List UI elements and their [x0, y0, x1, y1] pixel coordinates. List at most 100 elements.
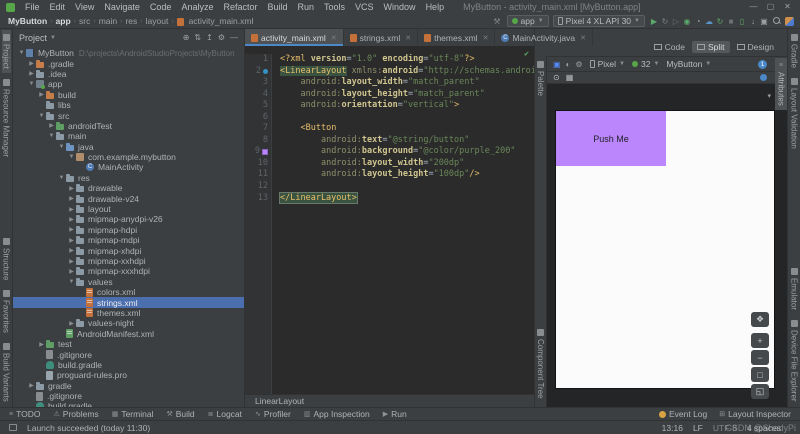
preview-button[interactable]: Push Me [556, 111, 666, 166]
zoom-to-fit-icon[interactable]: □ [751, 367, 769, 382]
tree-item-layout[interactable]: ▶ layout [13, 204, 244, 214]
issues-dot-icon[interactable] [760, 74, 767, 81]
tab-favorites[interactable]: Favorites [2, 286, 11, 337]
expand-arrow-icon[interactable]: ▶ [67, 185, 76, 192]
tree-item-mipmap-mdpi[interactable]: ▶ mipmap-mdpi [13, 235, 244, 245]
tree-item-mipmap-xxxhdpi[interactable]: ▶ mipmap-xxxhdpi [13, 266, 244, 276]
maximize-button[interactable]: ▢ [762, 0, 779, 14]
zoom-in-icon[interactable]: + [751, 333, 769, 348]
tree-item-app[interactable]: ▼ app [13, 79, 244, 90]
expand-arrow-icon[interactable]: ▶ [67, 247, 76, 254]
tree-item-main[interactable]: ▼ main [13, 131, 244, 141]
mode-code[interactable]: Code [649, 41, 690, 53]
menu-build[interactable]: Build [262, 2, 292, 12]
view-options-icon[interactable]: ⊙ [553, 73, 560, 82]
search-icon[interactable] [773, 17, 781, 25]
expand-arrow-icon[interactable]: ▶ [67, 216, 76, 223]
menu-view[interactable]: View [70, 2, 99, 12]
collapse-arrow-icon[interactable]: ▼ [67, 154, 76, 160]
tab-structure[interactable]: Structure [2, 234, 11, 284]
toolwindow-profiler[interactable]: ∿ Profiler [255, 409, 291, 419]
design-canvas[interactable]: ▾ Push Me ❖ + − □ ◱ [547, 84, 787, 407]
debug-icon[interactable]: ◉ [682, 15, 692, 28]
toolwindow-terminal[interactable]: ▦ Terminal [112, 409, 154, 419]
breadcrumb-src[interactable]: src [77, 16, 92, 26]
menu-analyze[interactable]: Analyze [176, 2, 218, 12]
expand-arrow-icon[interactable]: ▶ [67, 268, 76, 275]
collapse-arrow-icon[interactable]: ▼ [67, 279, 76, 285]
scroll-from-source-icon[interactable]: ↥ [206, 33, 213, 42]
tree-item-androidmanifest-xml[interactable]: AndroidManifest.xml [13, 329, 244, 339]
build-hammer-icon[interactable]: ⚒ [493, 17, 500, 26]
menu-refactor[interactable]: Refactor [218, 2, 262, 12]
tree-item-mipmap-hdpi[interactable]: ▶ mipmap-hdpi [13, 225, 244, 235]
minimize-button[interactable]: — [745, 0, 762, 14]
menu-navigate[interactable]: Navigate [99, 2, 145, 12]
breadcrumb-file[interactable]: activity_main.xml [187, 16, 256, 26]
close-tab-icon[interactable]: ✕ [331, 34, 337, 42]
close-tab-icon[interactable]: ✕ [405, 34, 411, 42]
tree-item-drawable-v24[interactable]: ▶ drawable-v24 [13, 193, 244, 204]
editor-breadcrumb[interactable]: LinearLayout [255, 396, 304, 406]
tree-item-res[interactable]: ▼ res [13, 173, 244, 183]
expand-arrow-icon[interactable]: ▶ [67, 258, 76, 265]
tree-item-idea[interactable]: ▶ .idea [13, 69, 244, 79]
toolwindow-todo[interactable]: ≡ TODO [9, 409, 41, 419]
sync-project-icon[interactable]: ↻ [715, 15, 725, 28]
tree-item-values-night[interactable]: ▶ values-night [13, 318, 244, 328]
tab-device-file-explorer[interactable]: Device File Explorer [790, 316, 799, 406]
menu-file[interactable]: File [20, 2, 45, 12]
tab-strings-xml[interactable]: strings.xml ✕ [344, 29, 419, 46]
collapse-arrow-icon[interactable]: ▼ [17, 50, 26, 56]
collapse-arrow-icon[interactable]: ▼ [57, 175, 66, 181]
device-manager-icon[interactable]: ▯ [737, 15, 747, 28]
theme-picker[interactable]: MyButton ▼ [666, 59, 711, 69]
tree-item-values[interactable]: ▼ values [13, 277, 244, 287]
expand-arrow-icon[interactable]: ▶ [27, 60, 36, 67]
toolwindow-run[interactable]: ▶ Run [383, 409, 407, 419]
expand-arrow-icon[interactable]: ▶ [67, 226, 76, 233]
profile-avatar[interactable] [785, 16, 794, 26]
expand-arrow-icon[interactable]: ▶ [67, 320, 76, 327]
expand-arrow-icon[interactable]: ▶ [27, 382, 36, 389]
mode-design[interactable]: Design [732, 41, 779, 53]
expand-arrow-icon[interactable]: ▶ [27, 70, 36, 77]
avd-manager-icon[interactable]: ▣ [759, 15, 769, 28]
tree-item-java[interactable]: ▼ java [13, 142, 244, 152]
expand-arrow-icon[interactable]: ▶ [37, 341, 46, 348]
close-button[interactable]: ✕ [779, 0, 796, 14]
attributes-tab[interactable]: ≡ Attributes [775, 58, 787, 110]
api-picker[interactable]: 32 ▼ [631, 59, 659, 69]
collapse-arrow-icon[interactable]: ▼ [57, 144, 66, 150]
grid-mode-icon[interactable]: ▦ [566, 73, 574, 82]
breadcrumb-mybutton[interactable]: MyButton [6, 16, 49, 26]
menu-run[interactable]: Run [293, 2, 320, 12]
stop-icon[interactable]: ■ [726, 15, 736, 28]
tree-item-mybutton[interactable]: ▼ MyButton D:\projects\AndroidStudioProjec… [13, 48, 244, 58]
tab-palette[interactable]: Palette [536, 57, 545, 100]
breadcrumb-main[interactable]: main [97, 16, 119, 26]
tree-item-mipmap-anydpi-v26[interactable]: ▶ mipmap-anydpi-v26 [13, 214, 244, 224]
tab-emulator[interactable]: Emulator [790, 264, 799, 314]
menu-window[interactable]: Window [379, 2, 421, 12]
tree-item-mipmap-xhdpi[interactable]: ▶ mipmap-xhdpi [13, 245, 244, 256]
tab-gradle[interactable]: Gradle [790, 30, 799, 72]
tab-themes-xml[interactable]: themes.xml ✕ [418, 29, 496, 46]
run-config-select[interactable]: app ▼ [506, 15, 549, 27]
expand-arrow-icon[interactable]: ▶ [47, 122, 56, 129]
expand-arrow-icon[interactable]: ▶ [37, 91, 46, 98]
expand-arrow-icon[interactable]: ▶ [67, 195, 76, 202]
tab-layout-validation[interactable]: Layout Validation [790, 74, 799, 153]
breadcrumb-layout[interactable]: layout [144, 16, 171, 26]
toolwindow-problems[interactable]: ⚠ Problems [54, 409, 99, 419]
expand-all-icon[interactable]: ⇅ [194, 33, 201, 42]
expand-arrow-icon[interactable]: ▶ [67, 237, 76, 244]
close-tab-icon[interactable]: ✕ [483, 34, 489, 42]
breadcrumb-app[interactable]: app [54, 16, 73, 26]
attach-debugger-icon[interactable]: ☁ [704, 15, 714, 28]
tab-activity-main-xml[interactable]: activity_main.xml ✕ [245, 29, 344, 46]
tab-component-tree[interactable]: Component Tree [536, 325, 545, 403]
menu-help[interactable]: Help [421, 2, 450, 12]
code-area[interactable]: 1 2 3 4 5 6 7 8 9 10 11 12 13 <?xml version="1.0" en… [245, 46, 534, 394]
device-picker[interactable]: Pixel ▼ [589, 59, 625, 69]
